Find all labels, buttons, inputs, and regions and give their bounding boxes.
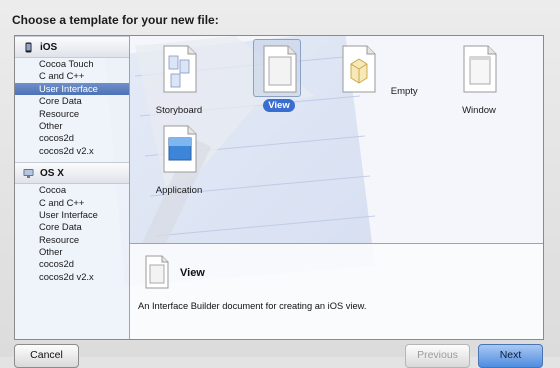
sidebar-item-osx-resource[interactable]: Resource: [15, 234, 129, 246]
template-application[interactable]: Application: [134, 124, 224, 198]
template-storyboard[interactable]: Storyboard: [134, 44, 224, 118]
template-view[interactable]: View: [234, 39, 324, 113]
template-chooser-panel: iOS Cocoa Touch C and C++ User Interface…: [14, 35, 544, 340]
sidebar-group-osx: OS X: [15, 162, 129, 185]
template-label: Window: [462, 105, 496, 116]
template-window[interactable]: Window: [434, 44, 524, 118]
sidebar-item-osx-core-data[interactable]: Core Data: [15, 221, 129, 233]
sidebar-item-ios-cocos2d[interactable]: cocos2d: [15, 132, 129, 144]
template-empty[interactable]: Empty: [334, 44, 424, 99]
sidebar-item-ios-resource[interactable]: Resource: [15, 108, 129, 120]
new-file-template-sheet: Choose a template for your new file: iOS…: [0, 0, 560, 368]
view-file-icon: [145, 255, 169, 289]
sidebar-item-osx-cocoa[interactable]: Cocoa: [15, 184, 129, 196]
template-label: View: [263, 99, 295, 112]
storyboard-icon: [163, 45, 197, 93]
sidebar-item-ios-c-and-cpp[interactable]: C and C++: [15, 70, 129, 82]
template-label: Empty: [390, 86, 418, 97]
template-category-sidebar: iOS Cocoa Touch C and C++ User Interface…: [15, 36, 130, 339]
template-grid: Storyboard View Empty Window Application: [130, 36, 543, 242]
window-file-icon: [463, 45, 497, 93]
sidebar-item-osx-other[interactable]: Other: [15, 246, 129, 258]
next-button[interactable]: Next: [478, 344, 543, 368]
sidebar-group-ios: iOS: [15, 36, 129, 58]
iphone-icon: [25, 42, 32, 52]
sidebar-group-label: OS X: [40, 167, 64, 179]
sidebar-item-ios-cocos2d-v2[interactable]: cocos2d v2.x: [15, 145, 129, 157]
template-label: Application: [155, 185, 203, 196]
sidebar-item-osx-cocos2d[interactable]: cocos2d: [15, 258, 129, 270]
template-label: Storyboard: [155, 105, 203, 116]
sidebar-group-label: iOS: [40, 41, 58, 53]
description-title: View: [180, 267, 205, 279]
application-file-icon: [163, 125, 197, 173]
sidebar-item-ios-user-interface[interactable]: User Interface: [15, 82, 129, 96]
sidebar-item-ios-cocoa-touch[interactable]: Cocoa Touch: [15, 58, 129, 70]
cancel-button[interactable]: Cancel: [14, 344, 79, 368]
sidebar-item-osx-cocos2d-v2[interactable]: cocos2d v2.x: [15, 271, 129, 283]
previous-button[interactable]: Previous: [405, 344, 470, 368]
view-file-icon: [263, 45, 297, 93]
sidebar-item-osx-c-and-cpp[interactable]: C and C++: [15, 197, 129, 209]
mac-icon: [23, 168, 34, 178]
sidebar-item-ios-core-data[interactable]: Core Data: [15, 95, 129, 107]
dialog-title: Choose a template for your new file:: [12, 13, 219, 27]
sidebar-item-osx-user-interface[interactable]: User Interface: [15, 209, 129, 221]
sidebar-item-ios-other[interactable]: Other: [15, 120, 129, 132]
empty-file-icon: [342, 45, 376, 93]
template-description-pane: View An Interface Builder document for c…: [130, 243, 543, 339]
description-text: An Interface Builder document for creati…: [138, 301, 367, 311]
